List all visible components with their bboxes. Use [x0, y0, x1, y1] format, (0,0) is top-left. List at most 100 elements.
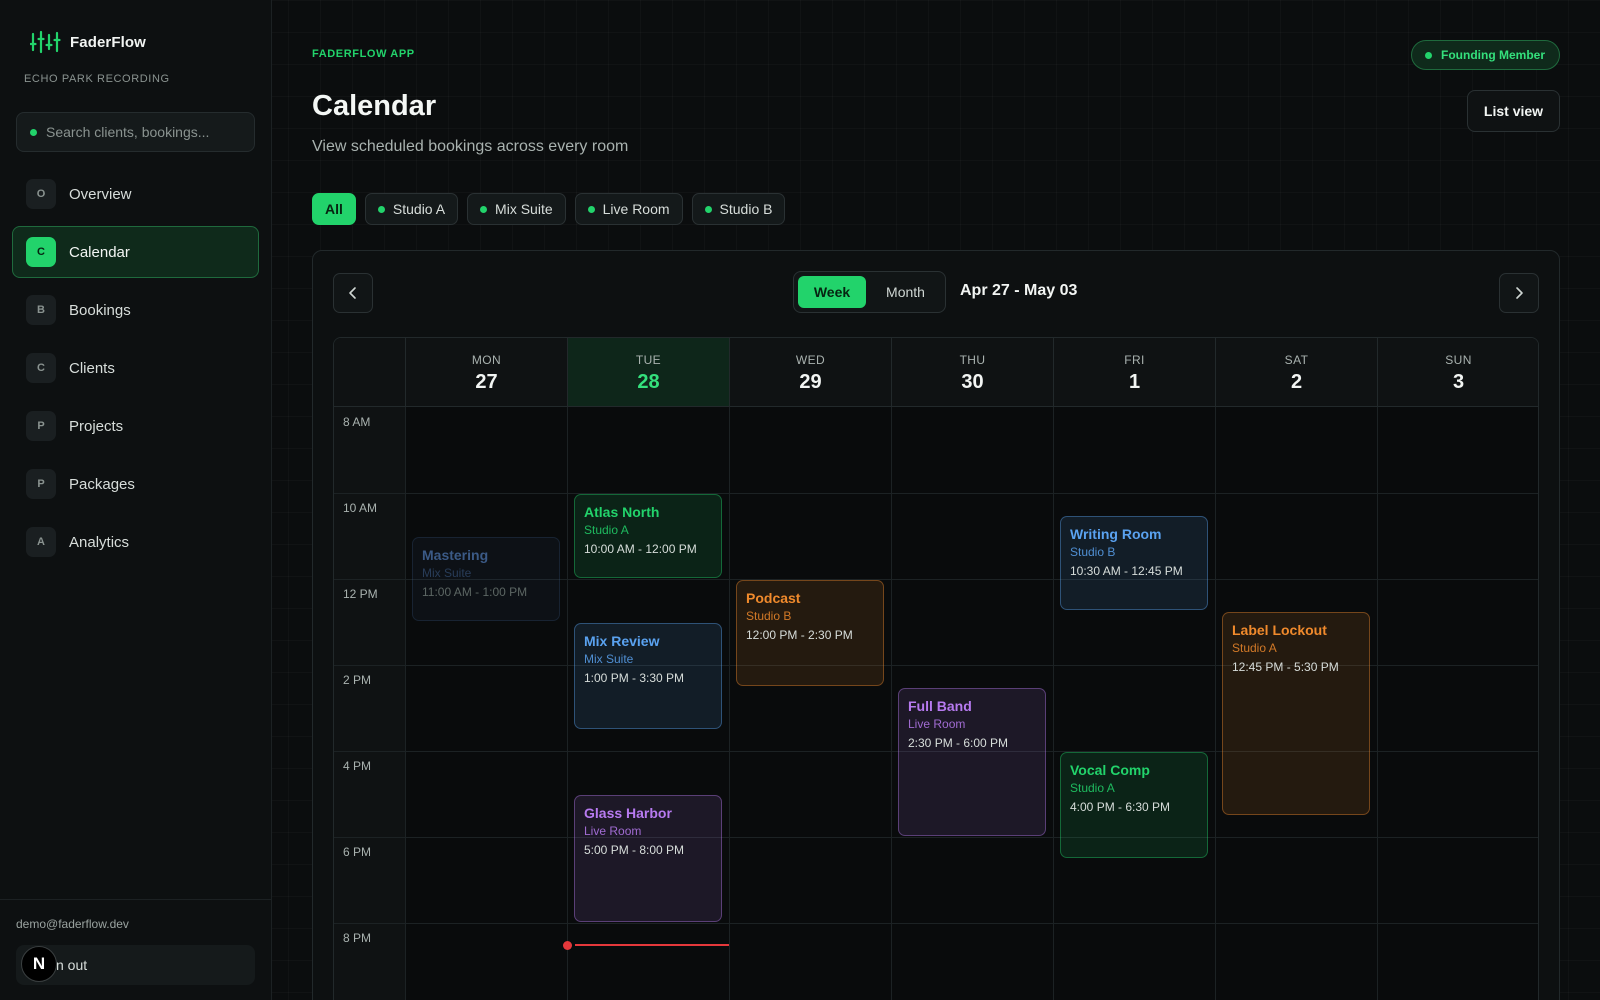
event-room: Studio A: [584, 523, 629, 537]
status-badge: Founding Member: [1411, 40, 1560, 70]
user-email: demo@faderflow.dev: [16, 917, 129, 931]
search-box: [16, 112, 255, 152]
day-column-divider: [567, 407, 568, 1000]
event-room: Mix Suite: [422, 566, 472, 580]
day-of-week: SAT: [1284, 353, 1309, 367]
event-room: Studio A: [1070, 781, 1115, 795]
event-time: 2:30 PM - 6:00 PM: [908, 735, 1009, 750]
sidebar-item-label: Clients: [69, 359, 115, 377]
next-week-button[interactable]: [1499, 273, 1539, 313]
booking-event[interactable]: Glass Harbor Live Room 5:00 PM - 8:00 PM: [574, 795, 722, 922]
day-column-divider: [1053, 407, 1054, 1000]
event-time: 1:00 PM - 3:30 PM: [584, 671, 685, 685]
event-time: 11:00 AM - 1:00 PM: [422, 585, 528, 599]
brand-logo[interactable]: FaderFlow: [30, 30, 146, 54]
time-column: 8 AM 10 AM 12 PM 2 PM 4 PM 6 PM 8 PM: [334, 407, 405, 1000]
sidebar-item-clients[interactable]: C Clients: [12, 342, 259, 394]
day-of-week: SUN: [1445, 353, 1472, 367]
day-number: 28: [637, 371, 660, 393]
studio-name: ECHO PARK RECORDING: [24, 73, 170, 85]
page-title: Calendar: [312, 90, 437, 122]
room-dot-icon: [480, 205, 488, 213]
hour-label: 12 PM: [343, 587, 378, 601]
sidebar-item-analytics[interactable]: A Analytics: [12, 516, 259, 568]
current-time-line: [575, 943, 729, 946]
hour-label: 8 AM: [343, 415, 371, 429]
event-time: 4:00 PM - 6:30 PM: [1070, 800, 1171, 814]
booking-event[interactable]: Podcast Studio B 12:00 PM - 2:30 PM: [736, 580, 884, 686]
day-header-tue[interactable]: TUE 28: [567, 338, 729, 407]
event-title: Atlas North: [584, 504, 660, 520]
filter-chip-label: Mix Suite: [495, 201, 553, 217]
filter-chip-label: Studio A: [392, 201, 446, 217]
filter-chip-mix-suite[interactable]: Mix Suite: [467, 193, 566, 225]
filter-chip-studio-b[interactable]: Studio B: [691, 193, 786, 225]
list-view-button[interactable]: List view: [1467, 90, 1560, 132]
previous-week-button[interactable]: [333, 273, 373, 313]
nav-letter-icon: C: [26, 237, 56, 267]
month-view-button[interactable]: Month: [870, 276, 941, 308]
event-room: Studio B: [746, 609, 792, 623]
day-header-sat[interactable]: SAT 2: [1215, 338, 1377, 407]
page-subtitle: View scheduled bookings across every roo…: [312, 138, 629, 155]
room-dot-icon: [587, 205, 595, 213]
booking-event[interactable]: Mastering Mix Suite 11:00 AM - 1:00 PM: [412, 537, 560, 621]
member-badge-label: Founding Member: [1441, 48, 1545, 62]
event-title: Full Band: [908, 697, 972, 714]
sidebar-item-projects[interactable]: P Projects: [12, 400, 259, 452]
booking-event[interactable]: Vocal Comp Studio A 4:00 PM - 6:30 PM: [1060, 752, 1208, 858]
nav-letter-icon: B: [26, 295, 56, 325]
hour-gridline: [334, 493, 1538, 494]
week-view-button[interactable]: Week: [798, 276, 867, 308]
chevron-right-icon: [1516, 287, 1523, 299]
sidebar-item-calendar[interactable]: C Calendar: [12, 226, 259, 278]
day-column-divider: [891, 407, 892, 1000]
sidebar: FaderFlow ECHO PARK RECORDING O Overview…: [0, 0, 272, 1000]
booking-event[interactable]: Atlas North Studio A 10:00 AM - 12:00 PM: [574, 494, 722, 578]
day-header-mon[interactable]: MON 27: [405, 338, 567, 407]
booking-event[interactable]: Mix Review Mix Suite 1:00 PM - 3:30 PM: [574, 623, 722, 729]
day-number: 3: [1452, 371, 1465, 393]
avatar[interactable]: N: [21, 946, 57, 982]
view-toggle: Week Month: [793, 271, 946, 313]
nav-letter-icon: P: [26, 469, 56, 499]
event-title: Podcast: [746, 590, 801, 606]
room-dot-icon: [377, 205, 385, 213]
calendar-panel: Week Month Apr 27 - May 03 8 AM 10 AM 12 P…: [312, 250, 1560, 1000]
sidebar-nav: O Overview C Calendar B Bookings C Clien…: [12, 168, 259, 574]
day-number: 2: [1290, 371, 1303, 393]
sidebar-item-overview[interactable]: O Overview: [12, 168, 259, 220]
hour-label: 6 PM: [343, 845, 372, 859]
room-filters: All Studio A Mix Suite Live Room Studio …: [312, 193, 786, 225]
day-header-thu[interactable]: THU 30: [891, 338, 1053, 407]
filter-chip-label: Studio B: [719, 201, 773, 217]
sidebar-item-packages[interactable]: P Packages: [12, 458, 259, 510]
filter-chip-all[interactable]: All: [312, 193, 356, 225]
hour-gridline: [334, 837, 1538, 838]
day-number: 27: [475, 371, 498, 393]
nav-letter-icon: C: [26, 353, 56, 383]
day-header-wed[interactable]: WED 29: [729, 338, 891, 407]
day-header-fri[interactable]: FRI 1: [1053, 338, 1215, 407]
date-range: Apr 27 - May 03: [960, 282, 1078, 299]
sidebar-item-label: Packages: [69, 475, 135, 493]
hour-label: 2 PM: [343, 673, 372, 687]
day-of-week: FRI: [1124, 353, 1145, 367]
day-number: 30: [961, 371, 984, 393]
sidebar-item-label: Bookings: [69, 301, 131, 319]
filter-chip-studio-a[interactable]: Studio A: [364, 193, 459, 225]
booking-event[interactable]: Label Lockout Studio A 12:45 PM - 5:30 PM: [1222, 612, 1370, 815]
waveform-logo-icon: [30, 30, 62, 54]
event-room: Live Room: [584, 824, 642, 838]
event-time: 5:00 PM - 8:00 PM: [584, 843, 685, 857]
filter-chip-live-room[interactable]: Live Room: [574, 193, 683, 225]
search-status-dot-icon: [30, 128, 37, 136]
search-input[interactable]: [46, 124, 236, 140]
day-header-sun[interactable]: SUN 3: [1377, 338, 1538, 407]
booking-event[interactable]: Writing Room Studio B 10:30 AM - 12:45 PM: [1060, 515, 1208, 611]
sidebar-item-bookings[interactable]: B Bookings: [12, 284, 259, 336]
day-of-week: THU: [959, 353, 986, 367]
grid-corner: [334, 338, 405, 407]
day-of-week: WED: [795, 353, 826, 367]
booking-event[interactable]: Full Band Live Room 2:30 PM - 6:00 PM: [898, 687, 1046, 836]
